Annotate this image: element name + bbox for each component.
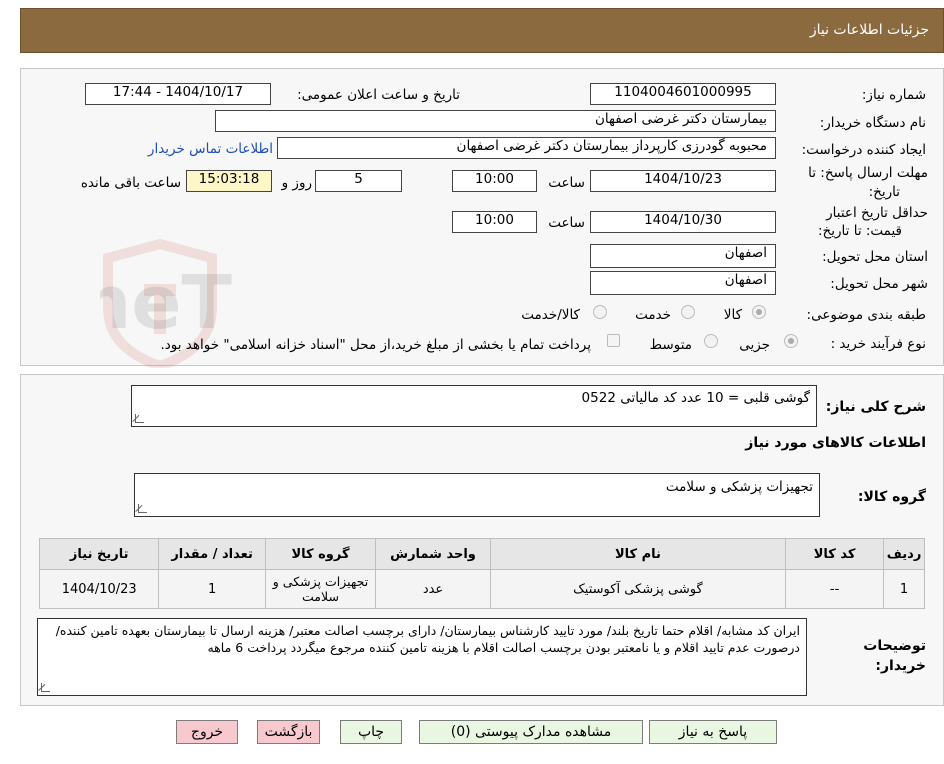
validity-label-line2: قیمت: تا تاریخ: [818,223,902,239]
treasury-payment-note: پرداخت تمام یا بخشی از مبلغ خرید،از محل … [160,337,591,353]
page-header: جزئیات اطلاعات نیاز [20,8,944,53]
col-header-goods-code: کد کالا [785,538,885,570]
resize-grip-icon[interactable] [135,414,144,423]
buyer-org-field: بیمارستان دکتر غرضی اصفهان [215,110,776,132]
col-header-need-date: تاریخ نیاز [38,538,160,570]
category-label: طبقه بندی موضوعی: [806,307,926,323]
category-radio-goods-service[interactable] [593,305,607,319]
city-label: شهر محل تحویل: [830,276,928,292]
reply-button[interactable]: پاسخ به نیاز [649,720,777,744]
validity-time-field: 10:00 [452,211,537,233]
category-option-goods: کالا [723,307,742,323]
col-header-unit: واحد شمارش [375,538,491,570]
cell-goods-name: گوشی پزشکی آکوستیک [489,569,787,609]
treasury-payment-checkbox[interactable] [607,334,620,347]
category-option-goods-service: کالا/خدمت [521,307,580,323]
notes-label-line2: خریدار: [875,658,926,674]
requester-field: محبوبه گودرزی کارپرداز بیمارستان دکتر غر… [277,137,776,159]
cell-row-number: 1 [883,569,925,609]
goods-group-label: گروه کالا: [857,489,926,505]
summary-text: گوشی قلبی = 10 عدد کد مالیاتی 0522 [581,390,810,406]
days-label: روز و [281,175,312,191]
attachments-button[interactable]: مشاهده مدارک پیوستی (0) [419,720,643,744]
process-radio-minor[interactable] [784,334,798,348]
resize-grip-icon[interactable] [138,504,147,513]
process-option-minor: جزیی [739,337,770,353]
remaining-time-field: 15:03:18 [186,170,272,192]
deadline-label-line1: مهلت ارسال پاسخ: تا [808,165,928,181]
summary-textarea: گوشی قلبی = 10 عدد کد مالیاتی 0522 [131,385,817,427]
back-button[interactable]: بازگشت [257,720,320,744]
requester-label: ایجاد کننده درخواست: [801,142,926,158]
deadline-date-field: 1404/10/23 [590,170,776,192]
notes-textarea: ایران کد مشابه/ اقلام حتما تاریخ بلند/ م… [37,618,807,696]
validity-date-field: 1404/10/30 [590,211,776,233]
notes-label-line1: توضیحات [863,638,926,654]
deadline-label-line2: تاریخ: [868,184,900,200]
announce-label: تاریخ و ساعت اعلان عمومی: [297,87,460,103]
items-table: ردیف کد کالا نام کالا واحد شمارش گروه کا… [38,538,925,609]
page-title: جزئیات اطلاعات نیاز [809,22,929,38]
deadline-time-label: ساعت [548,175,585,191]
buyer-org-label: نام دستگاه خریدار: [819,115,926,131]
table-row: 1 -- گوشی پزشکی آکوستیک عدد تجهیزات پزشک… [38,569,925,609]
process-option-medium: متوسط [649,337,692,353]
cell-unit: عدد [375,569,491,609]
items-section-title: اطلاعات کالاهای مورد نیاز [745,435,926,451]
buyer-contact-link[interactable]: اطلاعات تماس خریدار [148,141,273,157]
need-number-label: شماره نیاز: [861,87,926,103]
resize-grip-icon[interactable] [41,683,50,692]
province-field: اصفهان [590,244,776,268]
col-header-row-number: ردیف [883,538,925,570]
process-radio-medium[interactable] [704,334,718,348]
province-label: استان محل تحویل: [822,249,928,265]
notes-text: ایران کد مشابه/ اقلام حتما تاریخ بلند/ م… [55,623,800,655]
goods-group-text: تجهیزات پزشکی و سلامت [665,479,813,495]
cell-need-date: 1404/10/23 [38,569,160,609]
cell-goods-group: تجهیزات پزشکی و سلامت [264,569,377,609]
cell-quantity: 1 [158,569,266,609]
city-field: اصفهان [590,271,776,295]
deadline-time-field: 10:00 [452,170,537,192]
cell-goods-code: -- [785,569,885,609]
watermark-text: AriaTender.neT [100,260,233,346]
announce-field: 1404/10/17 - 17:44 [85,83,271,105]
col-header-goods-name: نام کالا [489,538,787,570]
table-header-row: ردیف کد کالا نام کالا واحد شمارش گروه کا… [38,538,925,570]
need-number-field: 1104004601000995 [590,83,776,105]
days-remaining-field: 5 [315,170,402,192]
process-label: نوع فرآیند خرید : [830,336,926,352]
goods-group-textarea: تجهیزات پزشکی و سلامت [134,473,820,517]
category-radio-service[interactable] [681,305,695,319]
summary-label: شرح کلی نیاز: [825,399,926,415]
category-radio-goods[interactable] [752,305,766,319]
validity-time-label: ساعت [548,215,585,231]
category-option-service: خدمت [635,307,671,323]
exit-button[interactable]: خروج [176,720,238,744]
remaining-time-label: ساعت باقی مانده [80,175,181,191]
print-button[interactable]: چاپ [340,720,402,744]
validity-label-line1: حداقل تاریخ اعتبار [826,205,928,221]
col-header-quantity: تعداد / مقدار [158,538,266,570]
col-header-goods-group: گروه کالا [264,538,377,570]
